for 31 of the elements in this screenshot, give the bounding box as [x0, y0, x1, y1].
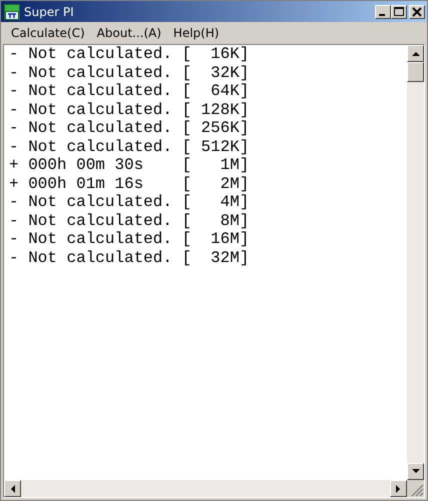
size-grip-icon[interactable]	[407, 480, 424, 497]
horizontal-scrollbar[interactable]	[4, 480, 407, 497]
close-icon	[412, 6, 422, 16]
minimize-icon	[379, 14, 385, 16]
result-line: - Not calculated. [ 128K]	[9, 100, 250, 119]
app-icon	[4, 4, 20, 20]
maximize-icon	[394, 6, 404, 16]
minimize-button[interactable]	[375, 4, 391, 18]
scroll-thumb[interactable]	[407, 62, 424, 82]
vertical-scrollbar[interactable]	[407, 45, 424, 480]
result-line: - Not calculated. [ 8M]	[9, 212, 250, 230]
result-line: - Not calculated. [ 512K]	[9, 138, 250, 156]
result-line: - Not calculated. [ 16M]	[9, 230, 250, 248]
window-title: Super PI	[24, 4, 75, 18]
result-line: - Not calculated. [ 16K]	[9, 45, 250, 64]
menu-item[interactable]: Calculate(C)	[5, 26, 91, 40]
left-arrow-icon[interactable]	[10, 484, 15, 492]
result-line: - Not calculated. [ 256K]	[9, 119, 250, 138]
result-line: + 000h 00m 30s [ 1M]	[9, 156, 250, 174]
result-line: - Not calculated. [ 32M]	[9, 248, 250, 267]
result-line: - Not calculated. [ 32K]	[9, 64, 250, 82]
result-line: - Not calculated. [ 4M]	[9, 193, 250, 212]
right-arrow-icon[interactable]	[396, 484, 401, 492]
maximize-button[interactable]	[391, 4, 407, 18]
close-button[interactable]	[409, 4, 425, 18]
menu-item[interactable]: Help(H)	[167, 26, 226, 40]
menu-item[interactable]: About...(A)	[90, 26, 168, 40]
result-line: - Not calculated. [ 64K]	[9, 82, 250, 100]
result-line: + 000h 01m 16s [ 2M]	[9, 174, 250, 193]
down-arrow-icon[interactable]	[412, 469, 420, 474]
up-arrow-icon[interactable]	[412, 51, 420, 56]
